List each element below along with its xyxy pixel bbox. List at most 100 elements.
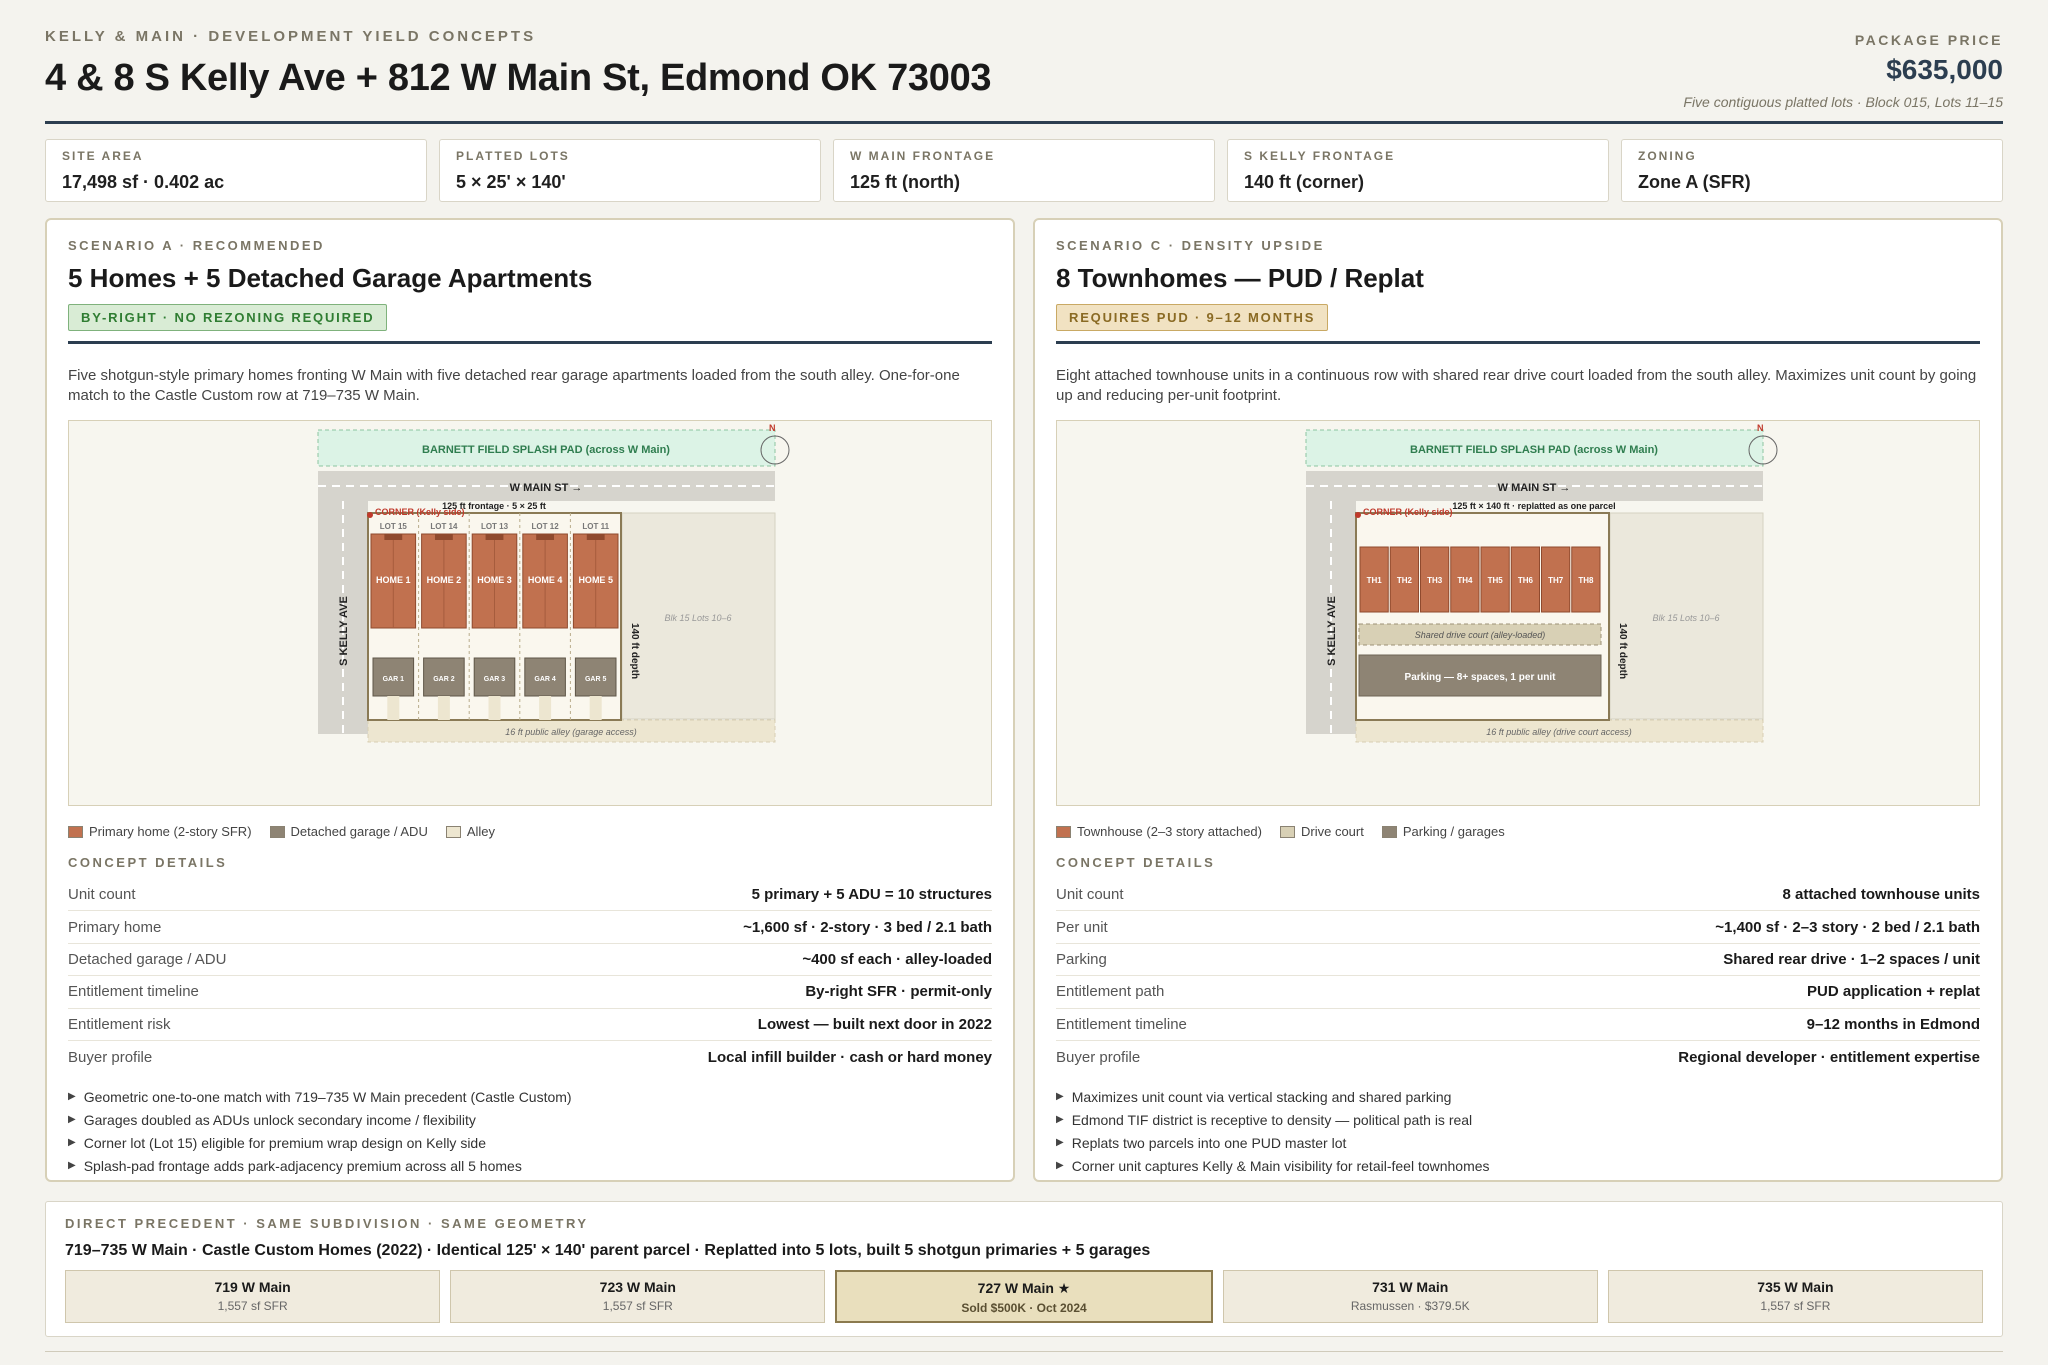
scenario-a-panel: SCENARIO A · RECOMMENDED 5 Homes + 5 Det… [45, 218, 1015, 1182]
lot-label: LOT 14 [430, 522, 458, 531]
driveway [437, 696, 450, 720]
legend-item: Townhouse (2–3 story attached) [1056, 824, 1262, 839]
depth-label: 140 ft depth [629, 623, 640, 679]
detail-key: Per unit [1056, 918, 1108, 936]
precedent-tile: 723 W Main 1,557 sf SFR [450, 1270, 826, 1323]
lot-label: LOT 12 [532, 522, 560, 531]
triangle-bullet-icon: ▶ [1056, 1114, 1064, 1126]
stat-label: PLATTED LOTS [456, 149, 570, 163]
precedent-section: DIRECT PRECEDENT · SAME SUBDIVISION · SA… [45, 1201, 2003, 1337]
bullet-text: Corner lot (Lot 15) eligible for premium… [83, 1135, 487, 1152]
stat-label: ZONING [1638, 149, 1697, 163]
entitlement-badge: REQUIRES PUD · 9–12 MONTHS [1056, 304, 1329, 331]
triangle-bullet-icon: ▶ [68, 1160, 76, 1172]
legend-item: Parking / garages [1381, 824, 1505, 839]
site-stats: SITE AREA 17,498 sf · 0.402 ac PLATTED L… [45, 139, 2003, 202]
detail-key: Primary home [68, 918, 162, 936]
swatch-townhouse [1056, 825, 1071, 838]
swatch-parking [1381, 825, 1397, 838]
tile-detail: 1,557 sf SFR [217, 1299, 288, 1313]
entitlement-badge: BY-RIGHT · NO REZONING REQUIRED [68, 304, 388, 331]
detail-row: Entitlement timeline 9–12 months in Edmon… [1056, 1009, 1980, 1041]
details-heading: CONCEPT DETAILS [1056, 855, 1216, 870]
tile-address: 727 W Main ★ [977, 1280, 1071, 1296]
driveway [488, 696, 501, 720]
bullet-text: Replats two parcels into one PUD master … [1071, 1135, 1347, 1152]
scenario-description: Five shotgun-style primary homes frontin… [68, 367, 960, 404]
scenario-title: 8 Townhomes — PUD / Replat [1056, 263, 1424, 293]
townhome-label: TH6 [1518, 576, 1534, 585]
frontage-label: 125 ft × 140 ft · replatted as one parce… [1452, 501, 1615, 511]
tile-detail: 1,557 sf SFR [1760, 1299, 1831, 1313]
depth-label: 140 ft depth [1617, 623, 1628, 679]
legend-label: Townhouse (2–3 story attached) [1077, 824, 1262, 839]
precedent-title: 719–735 W Main · Castle Custom Homes (20… [65, 1242, 1151, 1259]
porch [434, 534, 453, 540]
divider [68, 341, 992, 344]
stat-value: 140 ft (corner) [1244, 172, 1365, 192]
precedent-tile: 731 W Main Rasmussen · $379.5K [1222, 1270, 1598, 1323]
townhome-label: TH1 [1367, 576, 1383, 585]
scenario-description: Eight attached townhouse units in a cont… [1056, 367, 1977, 404]
triangle-bullet-icon: ▶ [1056, 1137, 1064, 1149]
triangle-bullet-icon: ▶ [68, 1091, 76, 1103]
detail-row: Entitlement timeline By-right SFR · permi… [68, 976, 992, 1009]
triangle-bullet-icon: ▶ [68, 1137, 76, 1149]
detail-value: Lowest — built next door in 2022 [757, 1015, 992, 1033]
adjacent-block-label: Blk 15 Lots 10–6 [664, 613, 731, 623]
triangle-bullet-icon: ▶ [1056, 1091, 1064, 1103]
package-price: $635,000 [1886, 54, 2003, 85]
legend: Townhouse (2–3 story attached) Drive cou… [1056, 824, 1980, 839]
bullet-item: ▶ Splash-pad frontage adds park-adjacency… [68, 1156, 992, 1179]
alley-label: 16 ft public alley (drive court access) [1486, 727, 1632, 737]
legend-label: Alley [466, 824, 496, 839]
site-plan-a: BARNETT FIELD SPLASH PAD (across W Main)… [68, 420, 992, 806]
porch [384, 534, 403, 540]
stat-value: 5 × 25' × 140' [456, 172, 566, 192]
kelly-avenue-label: S KELLY AVE [1326, 596, 1338, 666]
townhome-label: TH2 [1397, 576, 1413, 585]
north-label: N [1757, 423, 1764, 433]
driveway [387, 696, 400, 720]
details-heading: CONCEPT DETAILS [68, 855, 228, 870]
detail-value: ~400 sf each · alley-loaded [802, 950, 992, 968]
details-table: Unit count 8 attached townhouse units Per… [1056, 879, 1980, 1073]
legend-item: Drive court [1280, 824, 1364, 839]
porch [485, 534, 504, 540]
townhome-label: TH3 [1427, 576, 1443, 585]
tile-address: 735 W Main [1757, 1279, 1834, 1295]
detail-value: ~1,400 sf · 2–3 story · 2 bed / 2.1 bath [1715, 918, 1980, 936]
detail-value: Local infill builder · cash or hard mone… [707, 1048, 992, 1066]
tile-address: 731 W Main [1372, 1279, 1449, 1295]
detail-key: Parking [1056, 950, 1107, 968]
detail-row: Entitlement path PUD application + replat [1056, 976, 1980, 1009]
detail-row: Unit count 8 attached townhouse units [1056, 879, 1980, 912]
bullet-list: ▶ Geometric one-to-one match with 719–735… [68, 1087, 992, 1179]
stat-value: Zone A (SFR) [1638, 172, 1751, 192]
bullet-item: ▶ Corner unit captures Kelly & Main visib… [1056, 1156, 1980, 1179]
bullet-item: ▶ Geometric one-to-one match with 719–735… [68, 1087, 992, 1110]
legend-item: Primary home (2-story SFR) [68, 824, 252, 839]
detail-key: Detached garage / ADU [68, 950, 227, 968]
divider [1056, 341, 1980, 344]
driveway [539, 696, 552, 720]
drive-court-label: Shared drive court (alley-loaded) [1415, 630, 1546, 640]
tile-detail: Rasmussen · $379.5K [1350, 1299, 1470, 1313]
detail-key: Buyer profile [1056, 1048, 1141, 1066]
legend-label: Primary home (2-story SFR) [89, 824, 252, 839]
bullet-text: Geometric one-to-one match with 719–735 … [83, 1089, 572, 1106]
swatch-garage [269, 825, 285, 838]
precedent-tile-highlighted: 727 W Main ★ Sold $500K · Oct 2024 [835, 1270, 1213, 1323]
swatch-home [68, 825, 83, 838]
bullet-item: ▶ Maximizes unit count via vertical stack… [1056, 1087, 1980, 1110]
detail-key: Entitlement path [1056, 983, 1165, 1001]
bullet-item: ▶ Garages doubled as ADUs unlock secondar… [68, 1110, 992, 1133]
parking-label: Parking — 8+ spaces, 1 per unit [1405, 672, 1557, 683]
main-street-label: W MAIN ST → [510, 482, 583, 494]
swatch-alley [445, 825, 461, 838]
detail-row: Primary home ~1,600 sf · 2-story · 3 bed … [68, 911, 992, 944]
swatch-drive-court [1280, 825, 1295, 838]
footer-divider [45, 1351, 2003, 1352]
precedent-tile: 719 W Main 1,557 sf SFR [65, 1270, 441, 1323]
detail-value: PUD application + replat [1807, 983, 1980, 1001]
